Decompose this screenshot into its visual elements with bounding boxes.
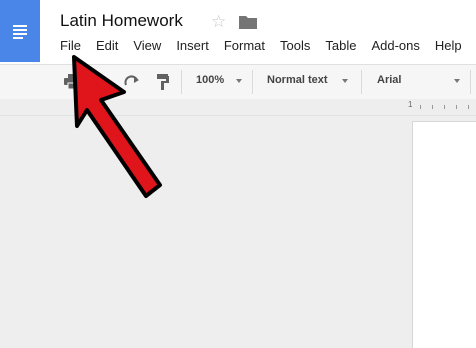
ruler-tick <box>444 105 445 109</box>
font-caret-icon[interactable] <box>454 79 460 83</box>
ruler-tick <box>432 105 433 109</box>
font-select[interactable]: Arial <box>377 74 401 86</box>
toolbar-divider <box>181 70 182 94</box>
menu-insert[interactable]: Insert <box>176 38 209 56</box>
menu-bar: File Edit View Insert Format Tools Table… <box>60 38 476 56</box>
zoom-caret-icon[interactable] <box>236 79 242 83</box>
ruler[interactable]: 1 <box>0 99 476 116</box>
ruler-tick <box>456 105 457 109</box>
zoom-select[interactable]: 100% <box>196 74 224 86</box>
menu-format[interactable]: Format <box>224 38 265 56</box>
print-icon[interactable] <box>64 74 80 94</box>
document-title[interactable]: Latin Homework <box>60 11 183 31</box>
menu-file[interactable]: File <box>60 38 81 56</box>
toolbar-divider <box>470 70 471 94</box>
star-icon[interactable]: ☆ <box>211 12 226 32</box>
ruler-tick <box>420 105 421 109</box>
menu-view[interactable]: View <box>133 38 161 56</box>
ruler-marker: 1 <box>408 100 413 109</box>
paint-format-icon[interactable] <box>157 74 169 95</box>
folder-icon[interactable] <box>239 15 257 34</box>
redo-icon[interactable] <box>124 74 140 93</box>
toolbar: 100% Normal text Arial <box>0 64 476 100</box>
document-page[interactable] <box>412 121 476 348</box>
menu-table[interactable]: Table <box>325 38 356 56</box>
menu-tools[interactable]: Tools <box>280 38 310 56</box>
toolbar-divider <box>361 70 362 94</box>
ruler-tick <box>468 105 469 109</box>
menu-add-ons[interactable]: Add-ons <box>371 38 419 56</box>
menu-edit[interactable]: Edit <box>96 38 118 56</box>
paragraph-style-select[interactable]: Normal text <box>267 74 328 86</box>
menu-help[interactable]: Help <box>435 38 462 56</box>
toolbar-divider <box>252 70 253 94</box>
docs-logo-icon[interactable] <box>0 0 40 62</box>
header-bar: Latin Homework ☆ File Edit View Insert F… <box>0 0 476 64</box>
style-caret-icon[interactable] <box>342 79 348 83</box>
